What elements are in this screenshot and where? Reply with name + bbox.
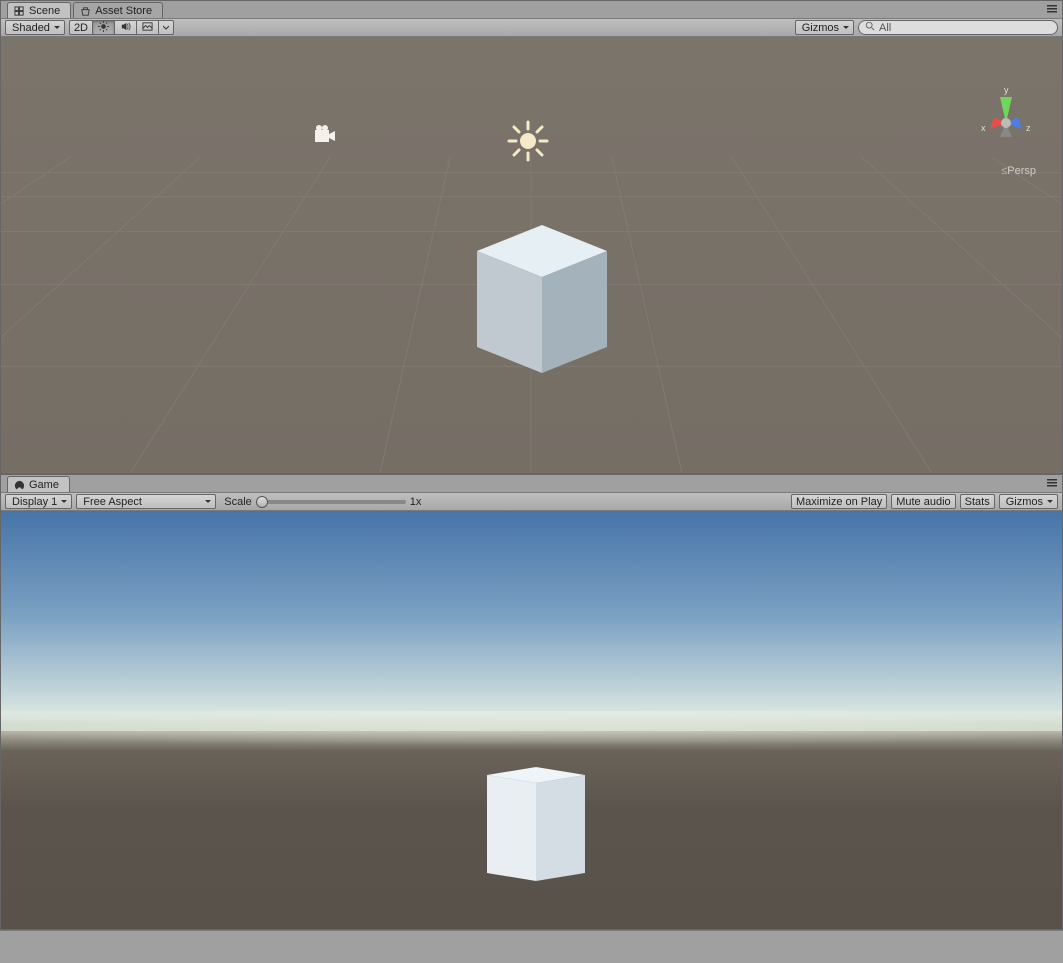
tab-game-label: Game [29,479,59,491]
game-viewport[interactable] [1,511,1062,929]
display-label: Display 1 [12,496,57,508]
fx-toggle[interactable] [136,20,158,35]
search-icon [865,21,875,34]
scene-cube[interactable] [467,215,617,378]
audio-icon [120,21,131,35]
scene-toolbar: Shaded 2D Gizmos All [1,19,1062,37]
aspect-label: Free Aspect [83,496,142,508]
tab-asset-store-label: Asset Store [95,5,152,17]
panel-menu-icon[interactable] [1046,478,1058,488]
lighting-toggle[interactable] [92,20,114,35]
game-tab-bar: Game [1,475,1062,493]
status-bar [0,930,1063,950]
camera-gizmo-icon[interactable] [311,124,339,149]
gizmos-label: Gizmos [802,22,839,34]
maximize-on-play-button[interactable]: Maximize on Play [791,494,887,509]
scene-icon [14,6,25,17]
game-icon [14,480,25,491]
scale-value: 1x [410,496,422,508]
slider-thumb[interactable] [256,496,268,508]
game-horizon [1,711,1062,761]
aspect-dropdown[interactable]: Free Aspect [76,494,216,509]
sun-icon [98,21,109,35]
scene-panel: Scene Asset Store Shaded 2D [0,0,1063,474]
tab-scene-label: Scene [29,5,60,17]
mode-2d-button[interactable]: 2D [69,20,92,35]
scene-view-buttons: 2D [69,20,174,35]
audio-toggle[interactable] [114,20,136,35]
scale-slider[interactable] [256,500,406,504]
light-gizmo-icon[interactable] [506,119,550,166]
stats-button[interactable]: Stats [960,494,995,509]
scene-viewport[interactable]: x z y ≤Persp [1,37,1062,473]
orientation-gizmo[interactable]: x z y [970,87,1042,162]
asset-store-icon [80,6,91,17]
scene-search[interactable]: All [858,20,1058,35]
game-gizmos-dropdown[interactable]: Gizmos [999,494,1058,509]
svg-text:z: z [1026,123,1031,133]
image-icon [142,21,153,35]
svg-text:x: x [981,123,986,133]
fx-dropdown[interactable] [158,20,174,35]
game-panel: Game Display 1 Free Aspect Scale 1x Maxi… [0,474,1063,930]
shading-mode-label: Shaded [12,22,50,34]
scale-label: Scale [224,496,252,508]
shading-mode-dropdown[interactable]: Shaded [5,20,65,35]
svg-text:y: y [1004,87,1009,95]
tab-game[interactable]: Game [7,476,70,492]
display-dropdown[interactable]: Display 1 [5,494,72,509]
chevron-down-icon [163,22,169,34]
panel-menu-icon[interactable] [1046,4,1058,14]
gizmos-dropdown[interactable]: Gizmos [795,20,854,35]
game-cube [481,765,591,886]
mute-audio-button[interactable]: Mute audio [891,494,955,509]
search-placeholder: All [879,22,891,34]
scene-tab-bar: Scene Asset Store [1,1,1062,19]
tab-scene[interactable]: Scene [7,2,71,18]
game-toolbar: Display 1 Free Aspect Scale 1x Maximize … [1,493,1062,511]
tab-asset-store[interactable]: Asset Store [73,2,163,18]
projection-label[interactable]: ≤Persp [1001,165,1036,177]
